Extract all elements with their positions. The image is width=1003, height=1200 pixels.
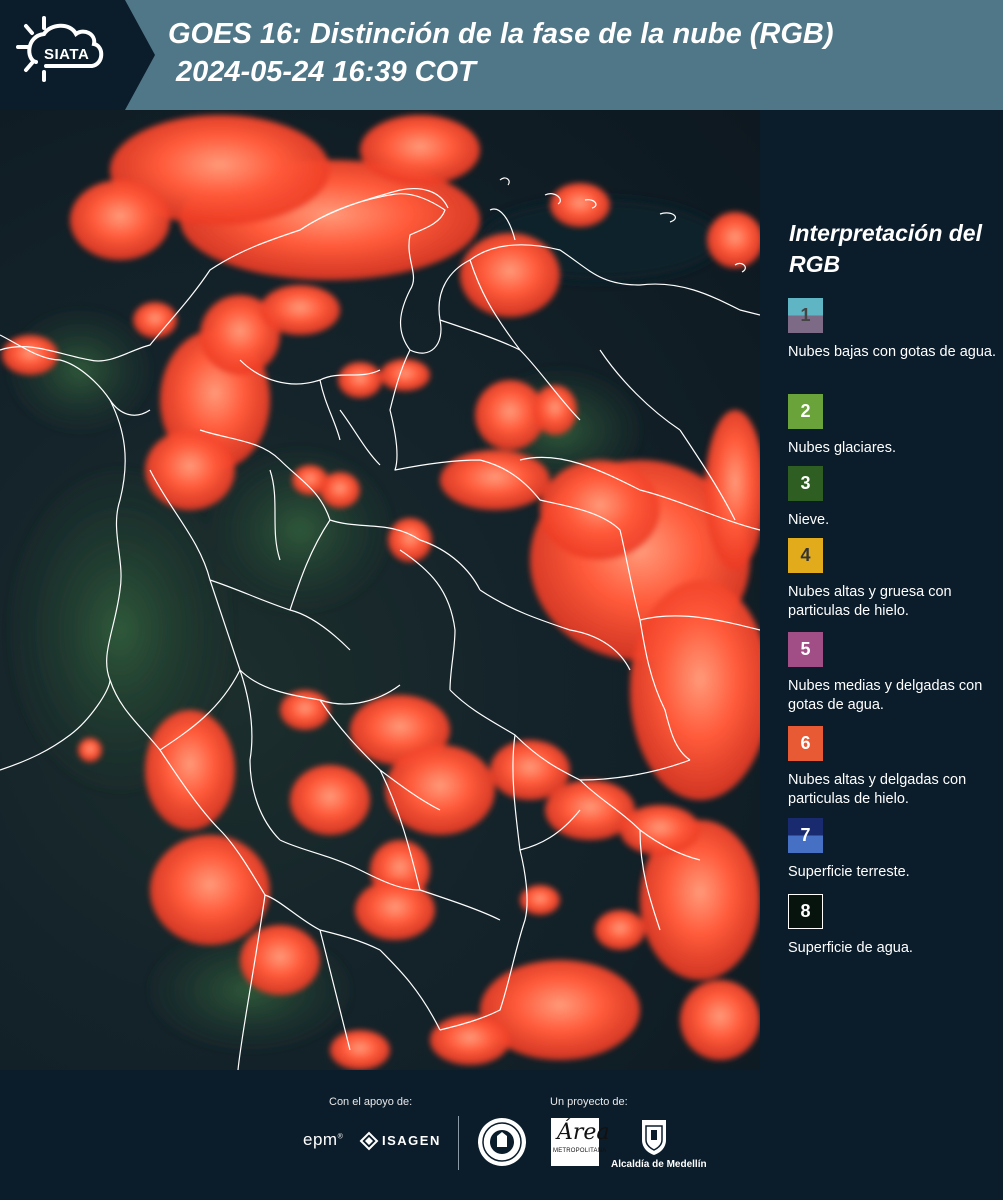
- epm-logo: epm®: [303, 1130, 344, 1149]
- alcaldia-shield-icon: [642, 1120, 666, 1155]
- isagen-logo-text: ISAGEN: [382, 1133, 441, 1148]
- legend-number: 6: [800, 733, 811, 753]
- footer-divider: [458, 1116, 459, 1170]
- legend-title: Interpretación del RGB: [789, 220, 982, 277]
- legend-label: Superficie terreste.: [788, 864, 910, 880]
- page-title: GOES 16: Distinción de la fase de la nub…: [168, 18, 834, 50]
- legend-number: 3: [800, 473, 811, 493]
- area-metropolitana-logo: Área METROPOLITANA: [551, 1118, 610, 1166]
- legend-label: Nubes bajas con gotas de agua.: [788, 344, 996, 360]
- satellite-map: [0, 110, 760, 1070]
- legend-label: Nubes glaciares.: [788, 440, 896, 456]
- legend-label: Superficie de agua.: [788, 940, 913, 956]
- legend-swatch-8: 8: [788, 894, 823, 929]
- legend-number: 8: [800, 901, 811, 921]
- legend-label: Nubes medias y delgadas con gotas de agu…: [788, 678, 983, 713]
- area-logo-mark: Área: [557, 1120, 610, 1145]
- satellite-image: [0, 115, 760, 1070]
- page-timestamp: 2024-05-24 16:39 COT: [176, 56, 476, 88]
- siata-logo-text: SIATA: [44, 46, 90, 63]
- alcaldia-label: Alcaldía de Medellín: [611, 1159, 707, 1170]
- legend-number: 1: [800, 305, 811, 325]
- siata-logo: SIATA: [0, 0, 160, 110]
- legend-number: 4: [800, 545, 811, 565]
- legend-label: Nubes altas y gruesa con particulas de h…: [788, 584, 952, 619]
- epm-logo-text: epm: [303, 1130, 338, 1149]
- legend-swatch-2: 2: [788, 394, 823, 429]
- legend-number: 5: [800, 639, 811, 659]
- legend-swatch-3: 3: [788, 466, 823, 501]
- legend-swatch-6: 6: [788, 726, 823, 761]
- legend-number: 2: [800, 401, 811, 421]
- legend-swatch-5: 5: [788, 632, 823, 667]
- project-label: Un proyecto de:: [550, 1096, 628, 1108]
- legend-swatch-1: 1: [788, 298, 823, 333]
- legend-label: Nieve.: [788, 512, 830, 528]
- header: SIATA GOES 16: Distinción de la fase de …: [0, 0, 1003, 110]
- area-logo-sub: METROPOLITANA: [553, 1148, 607, 1154]
- legend-label: Nubes altas y delgadas con particulas de…: [788, 772, 967, 807]
- isagen-mark-icon: [359, 1131, 379, 1151]
- legend-panel: Interpretación del RGB 1 Nubes bajas con…: [760, 110, 1003, 1070]
- legend-number: 7: [800, 825, 811, 845]
- support-label: Con el apoyo de:: [329, 1096, 413, 1108]
- legend-swatch-7: 7: [788, 818, 823, 853]
- legend-swatch-4: 4: [788, 538, 823, 573]
- footer: Con el apoyo de: Un proyecto de: epm® IS…: [0, 1070, 1003, 1200]
- government-seal-icon: [478, 1118, 526, 1166]
